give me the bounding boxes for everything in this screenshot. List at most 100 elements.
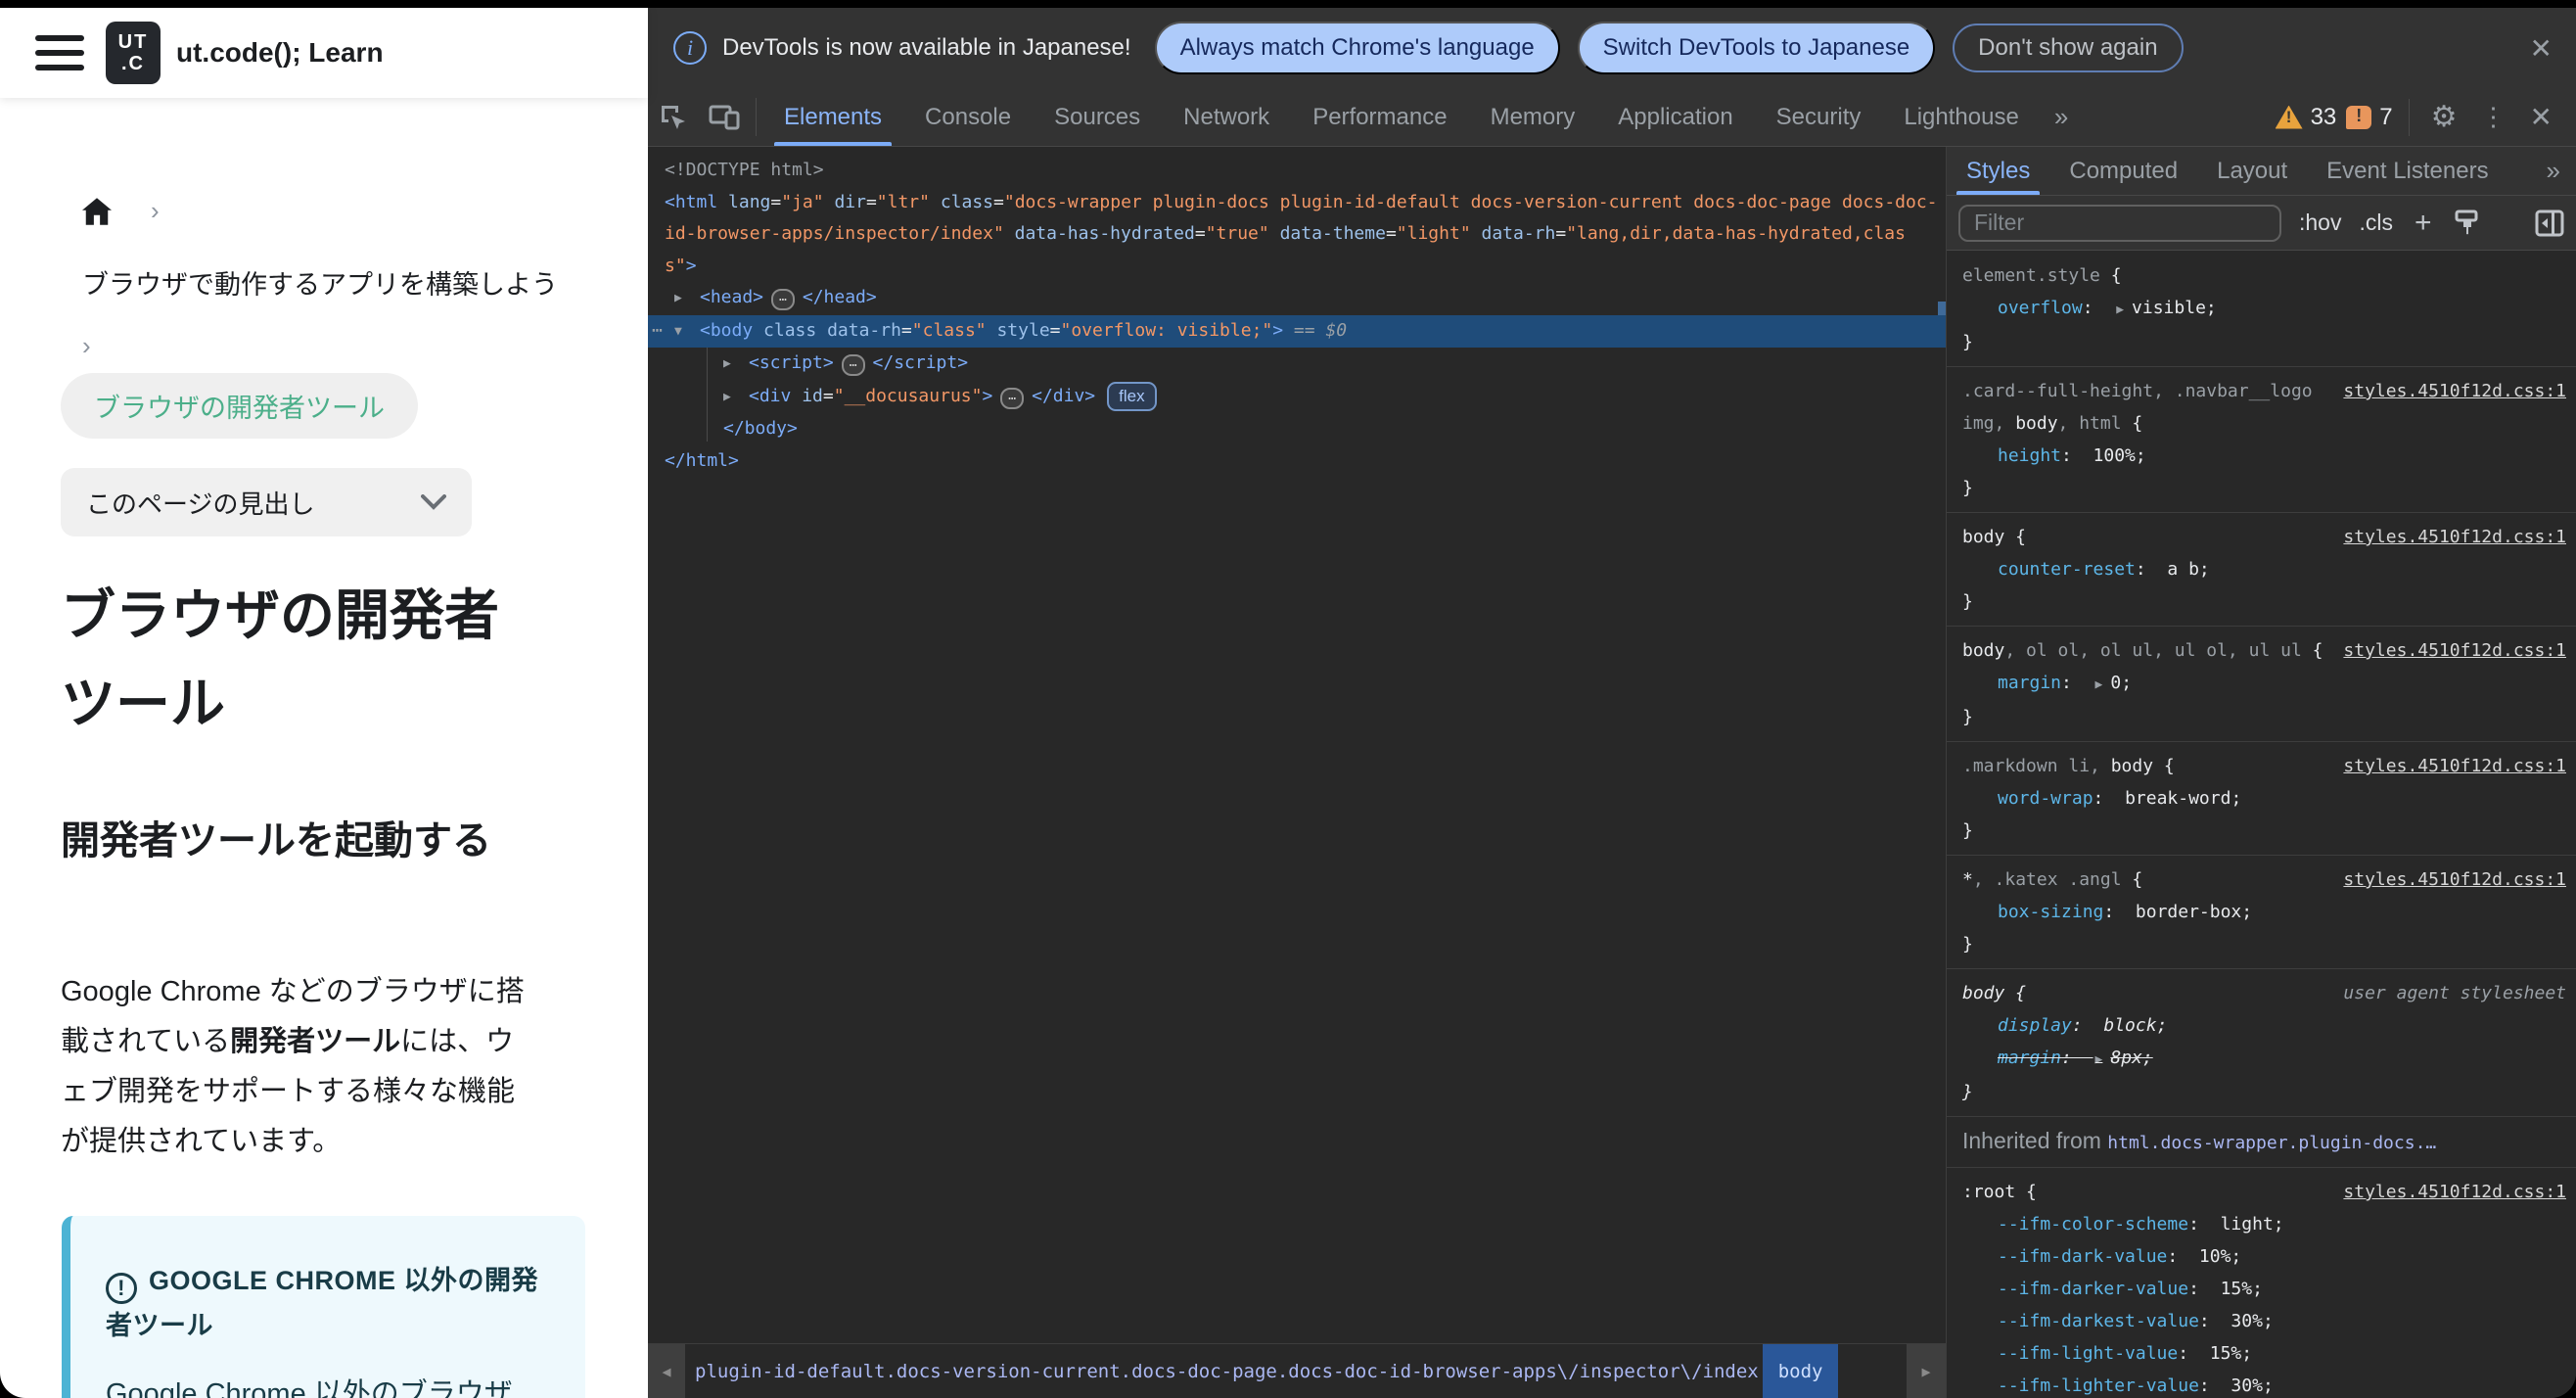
devtools-tab-sources[interactable]: Sources bbox=[1033, 88, 1162, 146]
devtools-tab-lighthouse[interactable]: Lighthouse bbox=[1882, 88, 2040, 146]
sidebar-tab-computed[interactable]: Computed bbox=[2049, 147, 2197, 195]
css-property-value[interactable]: 100% bbox=[2093, 445, 2136, 466]
sidebar-tab-layout[interactable]: Layout bbox=[2197, 147, 2307, 195]
sidebar-tab-styles[interactable]: Styles bbox=[1947, 147, 2049, 195]
expand-ellipsis-button[interactable]: … bbox=[1000, 387, 1025, 409]
styles-filter-input[interactable] bbox=[1958, 204, 2281, 242]
devtools-tab-application[interactable]: Application bbox=[1596, 88, 1754, 146]
css-declaration[interactable]: overflow: ▶ visible; bbox=[1962, 292, 2566, 326]
issues-badge[interactable]: 7 bbox=[2346, 104, 2393, 131]
expand-ellipsis-button[interactable]: … bbox=[841, 354, 865, 376]
settings-gear-icon[interactable]: ⚙ bbox=[2425, 100, 2463, 134]
node-options-dots-icon[interactable]: ⋯ bbox=[652, 315, 664, 348]
devtools-tab-network[interactable]: Network bbox=[1162, 88, 1291, 146]
expand-ellipsis-button[interactable]: … bbox=[771, 289, 795, 310]
css-property-value[interactable]: light bbox=[2221, 1214, 2274, 1235]
css-property-name[interactable]: height bbox=[1998, 445, 2061, 466]
expand-arrow-icon[interactable]: ▶ bbox=[723, 382, 749, 414]
css-property-value[interactable]: 30% bbox=[2231, 1375, 2263, 1396]
css-declaration[interactable]: --ifm-lighter-value: 30%; bbox=[1962, 1370, 2566, 1398]
css-property-name[interactable]: --ifm-darkest-value bbox=[1998, 1311, 2199, 1331]
stylesheet-source-link[interactable]: styles.4510f12d.css:1 bbox=[2343, 1176, 2566, 1208]
flex-badge[interactable]: flex bbox=[1107, 381, 1157, 411]
rule-selector[interactable]: element.style { bbox=[1962, 259, 2566, 292]
css-property-name[interactable]: margin bbox=[1998, 1048, 2061, 1068]
devtools-tab-memory[interactable]: Memory bbox=[1469, 88, 1597, 146]
rendering-brush-icon[interactable] bbox=[2454, 210, 2481, 237]
dom-breadcrumb-selected-node[interactable]: body bbox=[1762, 1344, 1839, 1398]
site-title[interactable]: ut.code(); Learn bbox=[176, 37, 384, 69]
breadcrumb-scroll-left-button[interactable]: ◀ bbox=[648, 1344, 685, 1398]
rule-selector[interactable]: styles.4510f12d.css:1 body { bbox=[1962, 521, 2566, 553]
css-declaration[interactable]: counter-reset: a b; bbox=[1962, 553, 2566, 585]
stylesheet-source-link[interactable]: styles.4510f12d.css:1 bbox=[2343, 750, 2566, 782]
rule-selector[interactable]: styles.4510f12d.css:1 .card--full-height,… bbox=[1962, 375, 2566, 440]
site-logo[interactable]: UT .C bbox=[106, 22, 161, 84]
css-property-value[interactable]: 15% bbox=[2221, 1279, 2253, 1299]
css-property-name[interactable]: --ifm-dark-value bbox=[1998, 1246, 2167, 1267]
rule-selector[interactable]: user agent stylesheet body { bbox=[1962, 977, 2566, 1009]
devtools-tab-elements[interactable]: Elements bbox=[762, 88, 903, 146]
css-property-value[interactable]: border-box bbox=[2136, 902, 2241, 922]
css-declaration[interactable]: height: 100%; bbox=[1962, 440, 2566, 472]
dom-node-selected[interactable]: ⋯ ▼ <body class data-rh="class" style="ove… bbox=[648, 314, 1946, 349]
css-declaration[interactable]: --ifm-darkest-value: 30%; bbox=[1962, 1305, 2566, 1337]
stylesheet-source-link[interactable]: styles.4510f12d.css:1 bbox=[2343, 863, 2566, 896]
dom-node[interactable]: ▶ <div id="__docusaurus"> … </div> flex bbox=[648, 381, 1946, 414]
dom-node[interactable]: s"> bbox=[648, 251, 1946, 283]
expand-value-arrow-icon[interactable]: ▶ bbox=[2114, 303, 2132, 317]
css-declaration[interactable]: box-sizing: border-box; bbox=[1962, 896, 2566, 928]
expand-arrow-icon[interactable]: ▶ bbox=[674, 283, 700, 315]
css-property-name[interactable]: --ifm-lighter-value bbox=[1998, 1375, 2199, 1396]
css-declaration[interactable]: margin: ▶ 0; bbox=[1962, 667, 2566, 701]
css-property-name[interactable]: box-sizing bbox=[1998, 902, 2103, 922]
css-declaration[interactable]: --ifm-color-scheme: light; bbox=[1962, 1208, 2566, 1240]
dom-node[interactable]: id-browser-apps/inspector/index" data-ha… bbox=[648, 218, 1946, 251]
css-declaration[interactable]: margin: ▶ 8px; bbox=[1962, 1042, 2566, 1076]
dom-node[interactable]: </body> bbox=[648, 413, 1946, 445]
stylesheet-source-link[interactable]: styles.4510f12d.css:1 bbox=[2343, 521, 2566, 553]
dom-breadcrumb-path[interactable]: plugin-id-default.docs-version-current.d… bbox=[685, 1344, 1763, 1398]
expand-arrow-icon[interactable]: ▶ bbox=[723, 349, 749, 381]
toggle-element-classes[interactable]: .cls bbox=[2359, 210, 2393, 236]
toggle-hover-state[interactable]: :hov bbox=[2299, 210, 2341, 236]
rule-selector[interactable]: styles.4510f12d.css:1 .markdown li, body … bbox=[1962, 750, 2566, 782]
css-property-value[interactable]: visible bbox=[2132, 298, 2206, 318]
devtools-close-icon[interactable]: ✕ bbox=[2524, 101, 2566, 133]
new-style-rule-icon[interactable]: + bbox=[2411, 207, 2436, 240]
expand-value-arrow-icon[interactable]: ▶ bbox=[2093, 1052, 2111, 1067]
css-declaration[interactable]: word-wrap: break-word; bbox=[1962, 782, 2566, 815]
dom-node[interactable]: <html lang="ja" dir="ltr" class="docs-wr… bbox=[648, 187, 1946, 219]
dont-show-again-button[interactable]: Don't show again bbox=[1953, 23, 2184, 72]
inspect-element-icon[interactable] bbox=[648, 88, 699, 146]
kebab-menu-icon[interactable]: ⋮ bbox=[2473, 102, 2514, 132]
switch-japanese-button[interactable]: Switch DevTools to Japanese bbox=[1577, 22, 1936, 74]
devtools-tab-performance[interactable]: Performance bbox=[1291, 88, 1468, 146]
dom-node[interactable]: ▶ <script> … </script> bbox=[648, 348, 1946, 381]
collapse-sidebar-icon[interactable] bbox=[2535, 210, 2564, 237]
css-property-value[interactable]: break-word bbox=[2125, 788, 2231, 809]
css-property-value[interactable]: 10% bbox=[2199, 1246, 2231, 1267]
rule-selector[interactable]: styles.4510f12d.css:1 *, .katex .angl { bbox=[1962, 863, 2566, 896]
css-property-value[interactable]: 0 bbox=[2110, 673, 2121, 693]
css-declaration[interactable]: --ifm-dark-value: 10%; bbox=[1962, 1240, 2566, 1273]
css-property-name[interactable]: margin bbox=[1998, 673, 2061, 693]
breadcrumb-parent-link[interactable]: ブラウザで動作するアプリを構築しよう bbox=[61, 263, 589, 302]
css-declaration[interactable]: display: block; bbox=[1962, 1009, 2566, 1042]
expand-value-arrow-icon[interactable]: ▶ bbox=[2093, 677, 2111, 692]
css-property-name[interactable]: display bbox=[1998, 1015, 2072, 1036]
toc-dropdown[interactable]: このページの見出し bbox=[61, 468, 472, 536]
stylesheet-source-link[interactable]: styles.4510f12d.css:1 bbox=[2343, 375, 2566, 407]
breadcrumb-scroll-right-button[interactable]: ▶ bbox=[1907, 1344, 1946, 1398]
css-property-value[interactable]: 30% bbox=[2231, 1311, 2263, 1331]
dom-node[interactable]: </html> bbox=[648, 445, 1946, 478]
inherited-node-link[interactable]: html.docs-wrapper.plugin-docs.… bbox=[2107, 1133, 2436, 1153]
warnings-badge[interactable]: 33 bbox=[2275, 104, 2336, 131]
dom-node[interactable]: <!DOCTYPE html> bbox=[648, 155, 1946, 187]
home-icon[interactable] bbox=[82, 197, 112, 225]
css-property-name[interactable]: counter-reset bbox=[1998, 559, 2136, 580]
css-property-value[interactable]: 15% bbox=[2210, 1343, 2242, 1364]
collapse-arrow-icon[interactable]: ▼ bbox=[674, 316, 700, 349]
css-property-name[interactable]: overflow bbox=[1998, 298, 2083, 318]
dom-node[interactable]: ▶ <head> … </head> bbox=[648, 282, 1946, 315]
